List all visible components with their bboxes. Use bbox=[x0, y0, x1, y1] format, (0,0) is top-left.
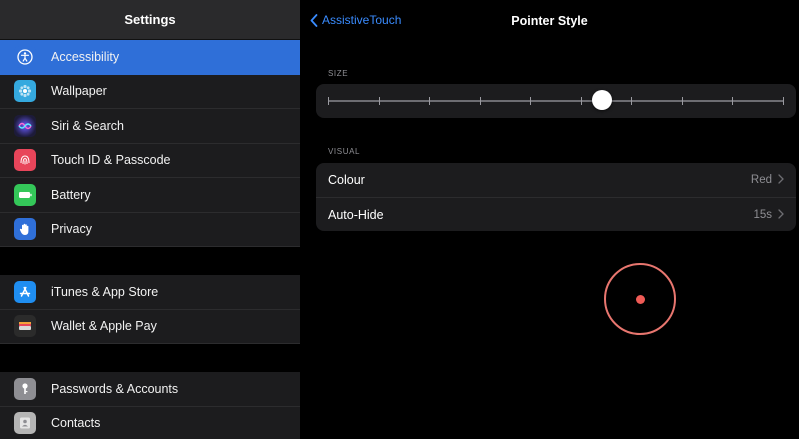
sidebar-item-contacts[interactable]: Contacts bbox=[0, 407, 300, 439]
sidebar-item-touch-id-passcode[interactable]: Touch ID & Passcode bbox=[0, 144, 300, 178]
sidebar-item-label: Contacts bbox=[51, 416, 101, 431]
size-slider-tick bbox=[580, 97, 582, 105]
sidebar-item-label: Siri & Search bbox=[51, 118, 124, 133]
size-slider-tick bbox=[631, 97, 633, 105]
chevron-right-icon bbox=[778, 208, 784, 222]
pointer-preview-dot bbox=[635, 294, 645, 304]
sidebar-item-siri-search[interactable]: Siri & Search bbox=[0, 109, 300, 144]
size-slider-card bbox=[316, 84, 796, 118]
key-icon bbox=[14, 377, 36, 400]
size-slider-tick bbox=[530, 97, 532, 105]
back-button[interactable]: AssistiveTouch bbox=[310, 13, 401, 27]
sidebar-item-battery[interactable]: Battery bbox=[0, 178, 300, 213]
size-slider-tick bbox=[328, 97, 329, 105]
sidebar-group-separator bbox=[0, 247, 300, 275]
auto-hide-row[interactable]: Auto-Hide 15s bbox=[316, 197, 796, 231]
size-slider-tick bbox=[479, 97, 481, 105]
settings-sidebar: Settings Accessibility Wallpaper Siri & … bbox=[0, 0, 300, 439]
chevron-left-icon bbox=[310, 13, 318, 27]
sidebar-group-2: iTunes & App Store Wallet & Apple Pay bbox=[0, 275, 300, 344]
sidebar-group-3: Passwords & Accounts Contacts bbox=[0, 372, 300, 439]
sidebar-item-label: Battery bbox=[51, 187, 91, 202]
sidebar-item-label: Touch ID & Passcode bbox=[51, 153, 171, 168]
auto-hide-label: Auto-Hide bbox=[328, 207, 384, 222]
sidebar-item-wallpaper[interactable]: Wallpaper bbox=[0, 75, 300, 109]
sidebar-item-label: Wallpaper bbox=[51, 84, 107, 99]
chevron-right-icon bbox=[778, 173, 784, 187]
siri-icon bbox=[14, 114, 36, 137]
colour-row[interactable]: Colour Red bbox=[316, 163, 796, 197]
sidebar-item-label: Wallet & Apple Pay bbox=[51, 319, 157, 334]
sidebar-item-privacy[interactable]: Privacy bbox=[0, 213, 300, 247]
size-slider-thumb[interactable] bbox=[591, 90, 612, 110]
sidebar-header: Settings bbox=[0, 0, 300, 40]
size-slider-track[interactable] bbox=[328, 90, 784, 110]
sidebar-item-label: Passwords & Accounts bbox=[51, 381, 179, 396]
size-slider-tick bbox=[681, 97, 683, 105]
sidebar-title: Settings bbox=[124, 12, 176, 27]
fingerprint-icon bbox=[14, 149, 36, 172]
pointer-style-pane: AssistiveTouch Pointer Style SIZE VISUAL… bbox=[300, 0, 799, 439]
sidebar-item-label: Privacy bbox=[51, 222, 92, 237]
size-slider-tick bbox=[732, 97, 734, 105]
battery-icon bbox=[14, 183, 36, 206]
auto-hide-value: 15s bbox=[753, 208, 772, 221]
hand-icon bbox=[14, 218, 36, 241]
app-store-icon bbox=[14, 280, 36, 303]
sidebar-item-itunes-app-store[interactable]: iTunes & App Store bbox=[0, 275, 300, 310]
sidebar-item-label: Accessibility bbox=[51, 50, 120, 65]
sidebar-item-accessibility[interactable]: Accessibility bbox=[0, 40, 300, 75]
visual-settings-group: Colour Red Auto-Hide 15s bbox=[316, 163, 796, 231]
colour-label: Colour bbox=[328, 173, 365, 187]
visual-section-header: VISUAL bbox=[328, 147, 361, 156]
back-button-label: AssistiveTouch bbox=[322, 13, 402, 27]
wallpaper-icon bbox=[14, 80, 36, 103]
accessibility-icon bbox=[14, 46, 36, 69]
size-slider-tick bbox=[429, 97, 431, 105]
size-section-header: SIZE bbox=[328, 69, 349, 78]
colour-value: Red bbox=[750, 174, 772, 186]
sidebar-group-separator bbox=[0, 344, 300, 372]
wallet-icon bbox=[14, 315, 36, 338]
size-slider-tick bbox=[783, 97, 784, 105]
size-slider-tick bbox=[378, 97, 380, 105]
sidebar-item-wallet-apple-pay[interactable]: Wallet & Apple Pay bbox=[0, 310, 300, 344]
sidebar-group-1: Accessibility Wallpaper Siri & Search To… bbox=[0, 40, 300, 247]
contacts-icon bbox=[14, 412, 36, 435]
sidebar-item-label: iTunes & App Store bbox=[51, 284, 159, 299]
navigation-bar: AssistiveTouch Pointer Style bbox=[300, 0, 799, 40]
sidebar-item-passwords-accounts[interactable]: Passwords & Accounts bbox=[0, 372, 300, 407]
